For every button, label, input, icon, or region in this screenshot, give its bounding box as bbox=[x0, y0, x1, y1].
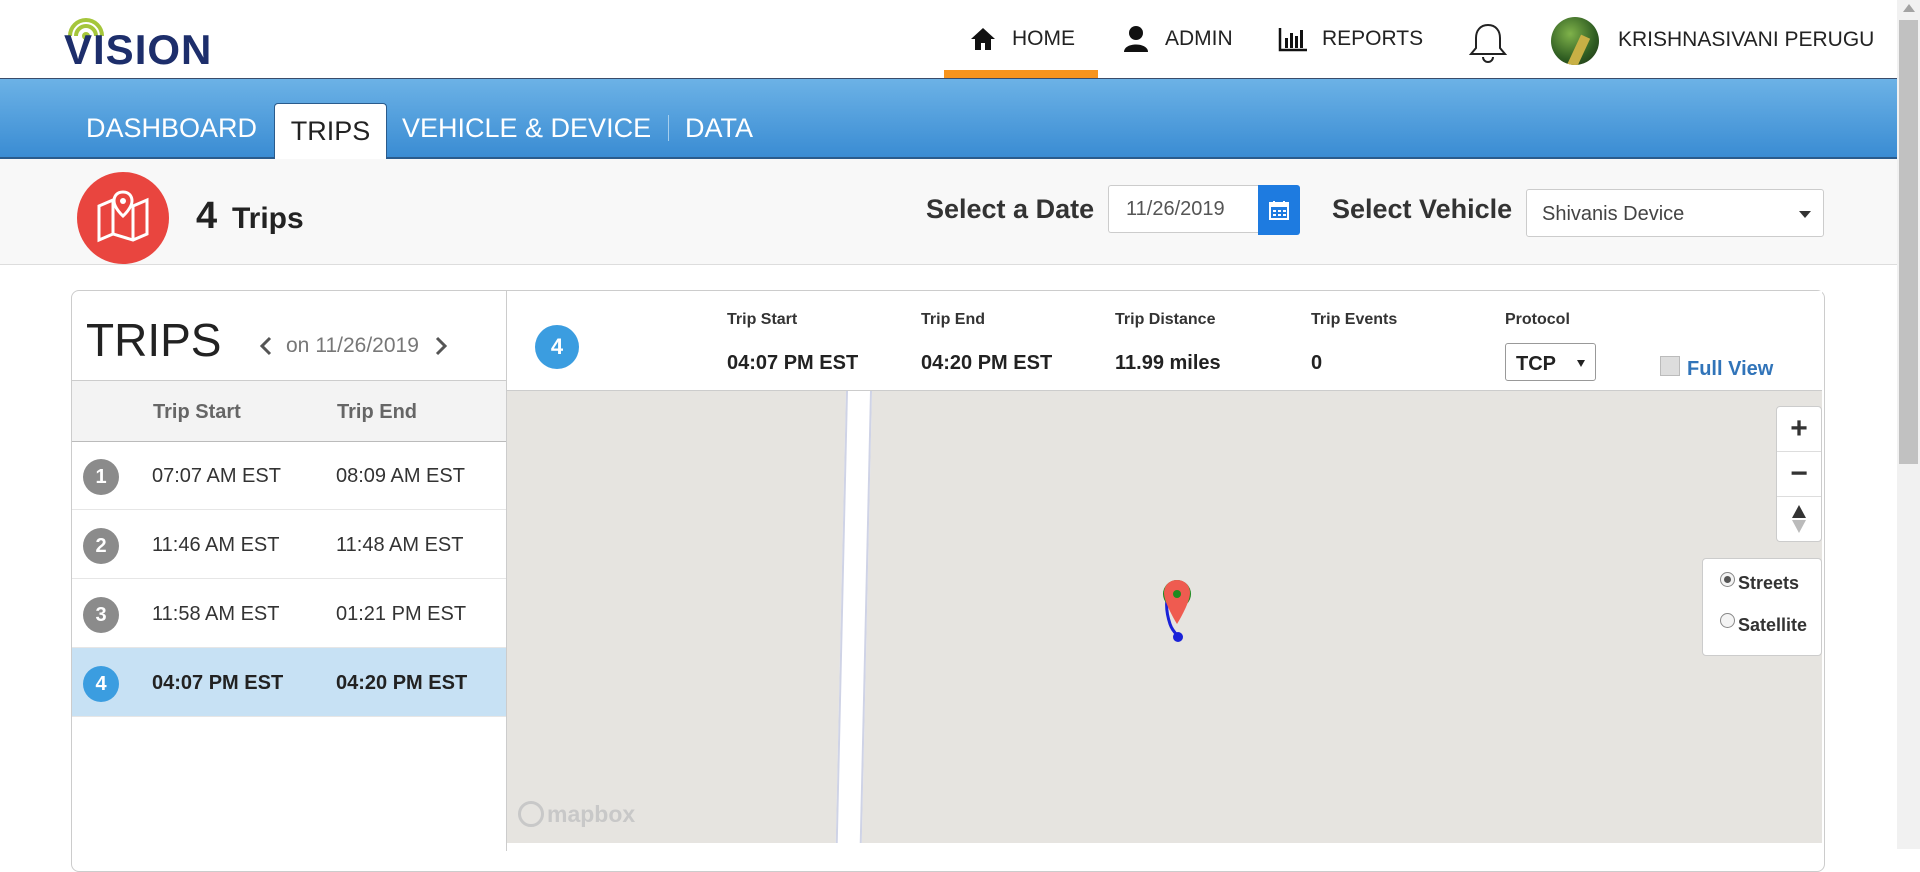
trips-map-badge bbox=[77, 172, 169, 264]
tab-trips-label: TRIPS bbox=[290, 116, 371, 146]
marker-center-dot bbox=[1173, 590, 1181, 598]
trip-end-value: 04:20 PM EST bbox=[921, 352, 1053, 374]
trips-count-label: Trips bbox=[232, 202, 304, 235]
home-icon bbox=[968, 24, 998, 54]
trip-number-badge: 1 bbox=[83, 459, 119, 495]
vehicle-select[interactable]: Shivanis Device bbox=[1526, 189, 1824, 237]
trip-start-label: Trip Start bbox=[727, 311, 798, 328]
select-vehicle-label: Select Vehicle bbox=[1332, 194, 1513, 224]
trip-end-label: Trip End bbox=[921, 311, 985, 328]
vehicle-select-value: Shivanis Device bbox=[1542, 203, 1685, 225]
date-input[interactable] bbox=[1108, 185, 1258, 233]
streets-radio[interactable] bbox=[1720, 572, 1735, 587]
trip-distance-value: 11.99 miles bbox=[1115, 352, 1221, 374]
protocol-select-value: TCP bbox=[1516, 353, 1556, 375]
chevron-down-icon bbox=[1799, 211, 1811, 218]
trip-events-label: Trip Events bbox=[1311, 311, 1398, 328]
mapbox-text: mapbox bbox=[547, 800, 636, 827]
tab-separator bbox=[668, 115, 669, 141]
tab-dashboard[interactable]: DASHBOARD bbox=[86, 113, 257, 144]
chevron-right-icon[interactable] bbox=[429, 334, 453, 358]
tab-data[interactable]: DATA bbox=[685, 113, 753, 144]
selected-trip-badge: 4 bbox=[535, 325, 579, 369]
select-date-label: Select a Date bbox=[926, 194, 1095, 224]
mapbox-attribution[interactable]: mapbox bbox=[518, 800, 635, 828]
nav-home-label: HOME bbox=[1012, 27, 1075, 50]
trips-list-title: TRIPS bbox=[86, 314, 222, 366]
trip-number-badge: 2 bbox=[83, 528, 119, 564]
chevron-left-icon[interactable] bbox=[254, 334, 278, 358]
trip-row-3[interactable]: 3 11:58 AM EST 01:21 PM EST bbox=[72, 579, 506, 648]
nav-home[interactable]: HOME bbox=[968, 0, 1075, 78]
zoom-in-button[interactable]: + bbox=[1777, 407, 1821, 452]
trip-route-marker bbox=[1163, 580, 1191, 642]
logo-text: VISION bbox=[64, 26, 213, 73]
nav-reports-label: REPORTS bbox=[1322, 27, 1424, 50]
compass-button[interactable] bbox=[1777, 497, 1821, 541]
active-nav-indicator bbox=[944, 70, 1098, 78]
expand-icon[interactable] bbox=[1660, 356, 1680, 376]
calendar-button[interactable] bbox=[1258, 185, 1300, 235]
map-zoom-controls: + − bbox=[1776, 406, 1822, 542]
tab-vehicle-device[interactable]: VEHICLE & DEVICE bbox=[402, 113, 651, 144]
scrollbar-thumb[interactable] bbox=[1899, 20, 1918, 464]
trip-end-time: 01:21 PM EST bbox=[336, 603, 467, 625]
nav-admin[interactable]: ADMIN bbox=[1121, 0, 1233, 78]
map-pin-icon bbox=[97, 190, 149, 243]
bell-icon bbox=[1468, 23, 1508, 63]
trip-end-time: 11:48 AM EST bbox=[336, 534, 464, 556]
trip-events-value: 0 bbox=[1311, 352, 1323, 374]
zoom-out-button[interactable]: − bbox=[1777, 452, 1821, 497]
bar-chart-icon bbox=[1278, 24, 1308, 54]
calendar-icon bbox=[1269, 201, 1289, 220]
username[interactable]: KRISHNASIVANI PERUGU bbox=[1618, 28, 1874, 52]
nav-admin-label: ADMIN bbox=[1165, 27, 1233, 50]
protocol-select[interactable]: TCP bbox=[1505, 343, 1596, 381]
column-trip-end: Trip End bbox=[337, 401, 417, 423]
trip-row-1[interactable]: 1 07:07 AM EST 08:09 AM EST bbox=[72, 441, 506, 510]
tab-trips[interactable]: TRIPS bbox=[274, 103, 387, 159]
trip-end-time: 08:09 AM EST bbox=[336, 465, 465, 487]
trips-date-nav: on 11/26/2019 bbox=[254, 334, 453, 358]
caret-down-icon bbox=[1577, 360, 1585, 367]
satellite-label[interactable]: Satellite bbox=[1738, 615, 1807, 636]
route-end-dot bbox=[1173, 632, 1183, 642]
full-view-link[interactable]: Full View bbox=[1687, 358, 1773, 381]
trip-detail-header bbox=[507, 291, 1822, 391]
trip-number-badge: 4 bbox=[83, 666, 119, 702]
trip-start-time: 11:58 AM EST bbox=[152, 603, 280, 625]
trip-end-time: 04:20 PM EST bbox=[336, 672, 468, 694]
trips-date-value: 11/26/2019 bbox=[315, 334, 419, 357]
trip-number-badge: 3 bbox=[83, 597, 119, 633]
satellite-radio[interactable] bbox=[1720, 613, 1735, 628]
user-icon bbox=[1121, 24, 1151, 54]
trips-date-prefix: on bbox=[286, 334, 310, 357]
scroll-up-icon[interactable] bbox=[1903, 4, 1915, 12]
trip-start-time: 04:07 PM EST bbox=[152, 672, 284, 694]
trips-list-header: Trip Start Trip End bbox=[72, 380, 506, 442]
trip-row-2[interactable]: 2 11:46 AM EST 11:48 AM EST bbox=[72, 510, 506, 579]
trips-count: 4 bbox=[196, 195, 218, 237]
nav-reports[interactable]: REPORTS bbox=[1278, 0, 1423, 78]
trip-start-time: 07:07 AM EST bbox=[152, 465, 281, 487]
vision-logo[interactable]: VISION bbox=[64, 12, 244, 73]
trip-row-4[interactable]: 4 04:07 PM EST 04:20 PM EST bbox=[72, 648, 506, 717]
trip-distance-label: Trip Distance bbox=[1115, 311, 1216, 328]
trip-start-value: 04:07 PM EST bbox=[727, 352, 859, 374]
trip-start-time: 11:46 AM EST bbox=[152, 534, 280, 556]
avatar[interactable] bbox=[1551, 17, 1599, 65]
mapbox-icon bbox=[518, 801, 544, 827]
compass-icon bbox=[1792, 505, 1806, 533]
column-trip-start: Trip Start bbox=[153, 401, 241, 423]
notifications-button[interactable] bbox=[1466, 20, 1510, 64]
protocol-label: Protocol bbox=[1505, 311, 1570, 328]
streets-label[interactable]: Streets bbox=[1738, 573, 1799, 594]
top-navbar bbox=[0, 0, 1897, 79]
map-style-switcher: Streets Satellite bbox=[1702, 558, 1822, 656]
